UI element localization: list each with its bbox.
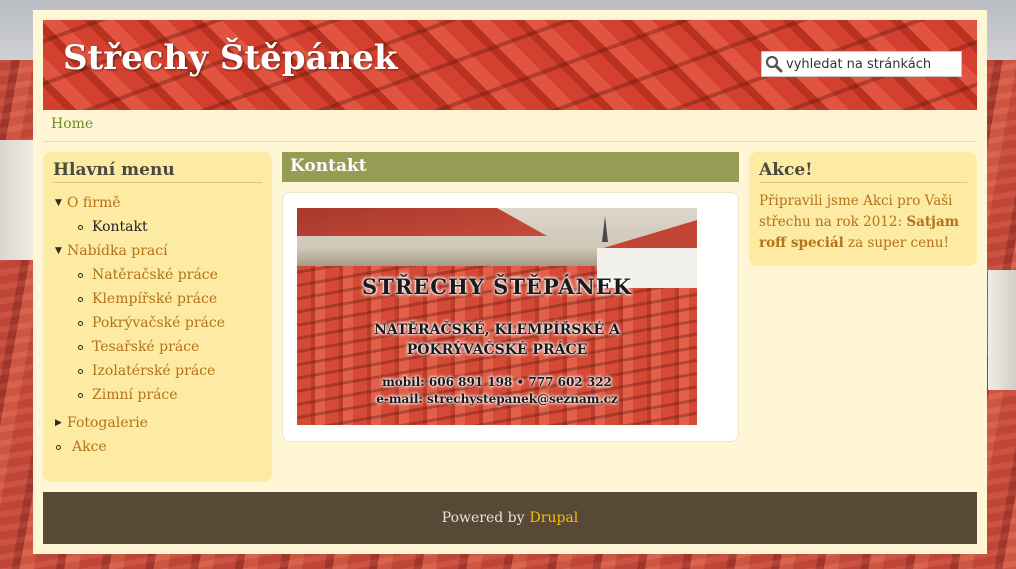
banner-phone: mobil: 606 891 198 • 777 602 322 (382, 375, 612, 389)
bullet-icon (78, 344, 83, 350)
collapsed-arrow-icon: ▶ (55, 418, 62, 428)
bullet-icon (78, 296, 83, 302)
expanded-arrow-icon: ▼ (55, 198, 62, 208)
menu-item-fotogalerie: ▶ Fotogalerie (53, 411, 262, 435)
menu-item-o-firme: ▼ O firmě Kontakt (53, 191, 262, 239)
search-icon[interactable] (762, 52, 786, 76)
menu-link-fotogalerie[interactable]: Fotogalerie (67, 411, 148, 435)
menu-item-kontakt[interactable]: Kontakt (78, 215, 262, 239)
menu-link-kontakt[interactable]: Kontakt (92, 215, 148, 239)
banner-company-name: STŘECHY ŠTĚPÁNEK (362, 274, 632, 299)
menu-item-pokryvacske-prace[interactable]: Pokrývačské práce (78, 311, 262, 335)
breadcrumb-divider (43, 141, 977, 142)
main-menu-list: ▼ O firmě Kontakt ▼ Nabídka prací Natěra… (53, 191, 262, 459)
menu-item-nateracske-prace[interactable]: Natěračské práce (78, 263, 262, 287)
akce-block-text: Připravili jsme Akci pro Vaši střechu na… (759, 191, 967, 254)
menu-link-nateracske-prace[interactable]: Natěračské práce (92, 263, 218, 287)
menu-link-zimni-prace[interactable]: Zimní práce (92, 383, 178, 407)
menu-item-izolaterske-prace[interactable]: Izolatérské práce (78, 359, 262, 383)
footer-drupal-link[interactable]: Drupal (530, 510, 579, 526)
menu-link-nabidka-praci[interactable]: Nabídka prací (67, 239, 168, 263)
main-menu-title: Hlavní menu (53, 160, 262, 183)
site-name-link[interactable]: Střechy Štěpánek (63, 38, 397, 78)
expanded-arrow-icon: ▼ (55, 246, 62, 256)
search-input[interactable] (786, 53, 956, 75)
footer: Powered by Drupal (43, 492, 977, 544)
bullet-icon (78, 272, 83, 278)
menu-item-zimni-prace[interactable]: Zimní práce (78, 383, 262, 407)
menu-link-o-firme[interactable]: O firmě (67, 191, 121, 215)
bullet-icon (78, 320, 83, 326)
main-menu-block: Hlavní menu ▼ O firmě Kontakt ▼ Nabídka … (43, 152, 272, 482)
footer-powered-by: Powered by (441, 510, 525, 526)
menu-link-klempirske-prace[interactable]: Klempířské práce (92, 287, 217, 311)
search-box[interactable] (761, 51, 962, 77)
menu-link-pokryvacske-prace[interactable]: Pokrývačské práce (92, 311, 225, 335)
bullet-icon (78, 224, 83, 230)
header-banner: Střechy Štěpánek (43, 20, 977, 110)
page-title: Kontakt (290, 156, 367, 176)
breadcrumb-home-link[interactable]: Home (51, 116, 93, 132)
content-card: STŘECHY ŠTĚPÁNEK NATĚRAČSKÉ, KLEMPÍŘSKÉ … (282, 192, 739, 442)
menu-item-tesarske-prace[interactable]: Tesařské práce (78, 335, 262, 359)
bullet-icon (78, 392, 83, 398)
background-house-left (0, 140, 34, 260)
bullet-icon (56, 444, 61, 450)
menu-link-akce[interactable]: Akce (72, 435, 107, 459)
menu-item-akce: Akce (53, 435, 262, 459)
banner-services: NATĚRAČSKÉ, KLEMPÍŘSKÉ A POKRÝVAČSKÉ PRÁ… (374, 322, 620, 358)
background-house-right (988, 270, 1016, 390)
menu-item-klempirske-prace[interactable]: Klempířské práce (78, 287, 262, 311)
menu-link-izolaterske-prace[interactable]: Izolatérské práce (92, 359, 215, 383)
akce-block-title: Akce! (759, 160, 967, 183)
menu-item-nabidka-praci: ▼ Nabídka prací Natěračské práce Klempíř… (53, 239, 262, 407)
bullet-icon (78, 368, 83, 374)
akce-block: Akce! Připravili jsme Akci pro Vaši stře… (749, 152, 977, 266)
content-title-bar: Kontakt (282, 152, 739, 182)
banner-email: e-mail: strechystepanek@seznam.cz (376, 392, 618, 406)
business-card-image: STŘECHY ŠTĚPÁNEK NATĚRAČSKÉ, KLEMPÍŘSKÉ … (297, 208, 697, 425)
akce-text-after: za super cenu! (843, 235, 949, 251)
page-container: Střechy Štěpánek Home Hlavní menu ▼ O fi… (33, 10, 987, 554)
menu-link-tesarske-prace[interactable]: Tesařské práce (92, 335, 199, 359)
